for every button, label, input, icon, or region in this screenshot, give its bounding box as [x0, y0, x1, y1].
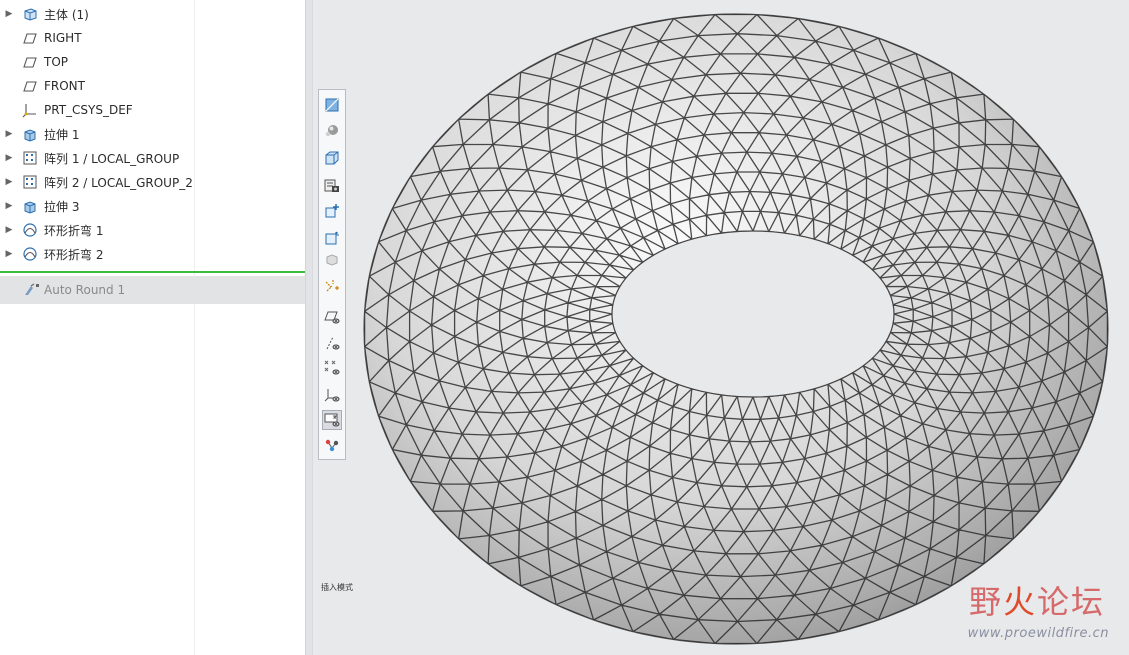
saved-views-icon[interactable]	[322, 176, 342, 196]
extrude-icon	[22, 126, 38, 142]
tree-item-label: PRT_CSYS_DEF	[44, 103, 133, 117]
tree-item[interactable]: ▶ 拉伸 3	[0, 194, 305, 218]
annotation-display-icon[interactable]	[322, 410, 342, 430]
axis-display-icon[interactable]	[322, 333, 342, 353]
tree-item-label: RIGHT	[44, 31, 82, 45]
tree-item[interactable]: TOP	[0, 50, 305, 74]
tree-item[interactable]: PRT_CSYS_DEF	[0, 98, 305, 122]
tree-item-label: FRONT	[44, 79, 85, 93]
toroidal-bend-icon	[22, 246, 38, 262]
expand-arrow-icon[interactable]: ▶	[0, 9, 18, 19]
view-cube-icon[interactable]	[322, 148, 342, 168]
point-display-icon[interactable]	[322, 358, 342, 378]
watermark-logo: 野火论坛 www.proewildfire.cn	[923, 571, 1123, 649]
graphics-viewport[interactable]: 插入模式 野火论坛 www.proewildfire.cn	[313, 0, 1129, 655]
pattern-icon	[22, 174, 38, 190]
body-icon	[22, 6, 38, 22]
model-tree: ▶ 主体 (1) RIGHT TOP FRONT PRT_CSYS_DEF ▶ 拉伸 1 ▶ 阵列…	[0, 0, 305, 655]
tree-item[interactable]: RIGHT	[0, 26, 305, 50]
tree-item-label: TOP	[44, 55, 69, 69]
torus-model[interactable]	[313, 0, 1129, 655]
tree-item-label: 阵列 2 / LOCAL_GROUP_2	[44, 175, 193, 190]
zoom-in-icon[interactable]	[322, 201, 342, 221]
expand-arrow-icon[interactable]: ▶	[0, 225, 18, 235]
tree-item[interactable]: FRONT	[0, 74, 305, 98]
tree-item[interactable]: ▶ 阵列 2 / LOCAL_GROUP_2	[0, 170, 305, 194]
tree-item[interactable]: ▶ 环形折弯 1	[0, 218, 305, 242]
spin-center-icon[interactable]	[322, 276, 342, 296]
zoom-box-icon[interactable]	[322, 228, 342, 248]
watermark-title: 野火论坛	[968, 583, 1105, 621]
tree-item-label: 拉伸 3	[44, 199, 80, 214]
coordinate-system-icon	[22, 102, 38, 118]
tree-item-label: 环形折弯 2	[44, 247, 104, 262]
tree-item[interactable]: ▶ 主体 (1)	[0, 2, 305, 26]
tree-item[interactable]: ▶ 拉伸 1	[0, 122, 305, 146]
tree-item-label: 阵列 1 / LOCAL_GROUP	[44, 151, 180, 166]
pattern-icon	[22, 150, 38, 166]
expand-arrow-icon[interactable]: ▶	[0, 153, 18, 163]
shading-icon[interactable]	[322, 120, 342, 140]
auto-round-label: Auto Round 1	[44, 283, 126, 297]
watermark-url: www.proewildfire.cn	[967, 626, 1109, 641]
toroidal-bend-icon	[22, 222, 38, 238]
display-style-icon[interactable]	[322, 250, 342, 270]
auto-round-icon	[22, 282, 44, 298]
expand-arrow-icon[interactable]: ▶	[0, 201, 18, 211]
tree-item-label: 拉伸 1	[44, 127, 80, 142]
extrude-icon	[22, 198, 38, 214]
tree-item[interactable]: ▶ 环形折弯 2	[0, 242, 305, 266]
refit-icon[interactable]	[322, 95, 342, 115]
expand-arrow-icon[interactable]: ▶	[0, 129, 18, 139]
expand-arrow-icon[interactable]: ▶	[0, 177, 18, 187]
datum-plane-icon	[22, 30, 38, 46]
mode-label: 插入模式	[321, 583, 353, 592]
insert-here-marker[interactable]	[0, 271, 305, 273]
datum-plane-icon	[22, 78, 38, 94]
auto-round-item[interactable]: Auto Round 1	[0, 276, 305, 304]
panel-splitter[interactable]	[305, 0, 313, 655]
view-toolbar	[318, 89, 346, 460]
tree-item[interactable]: ▶ 阵列 1 / LOCAL_GROUP	[0, 146, 305, 170]
connections-icon[interactable]	[322, 436, 342, 456]
tree-item-label: 主体 (1)	[44, 7, 89, 22]
tree-item-label: 环形折弯 1	[44, 223, 104, 238]
expand-arrow-icon[interactable]: ▶	[0, 249, 18, 259]
datum-plane-icon	[22, 54, 38, 70]
csys-display-icon[interactable]	[322, 385, 342, 405]
model-tree-items: ▶ 主体 (1) RIGHT TOP FRONT PRT_CSYS_DEF ▶ 拉伸 1 ▶ 阵列…	[0, 2, 305, 266]
plane-display-icon[interactable]	[322, 307, 342, 327]
